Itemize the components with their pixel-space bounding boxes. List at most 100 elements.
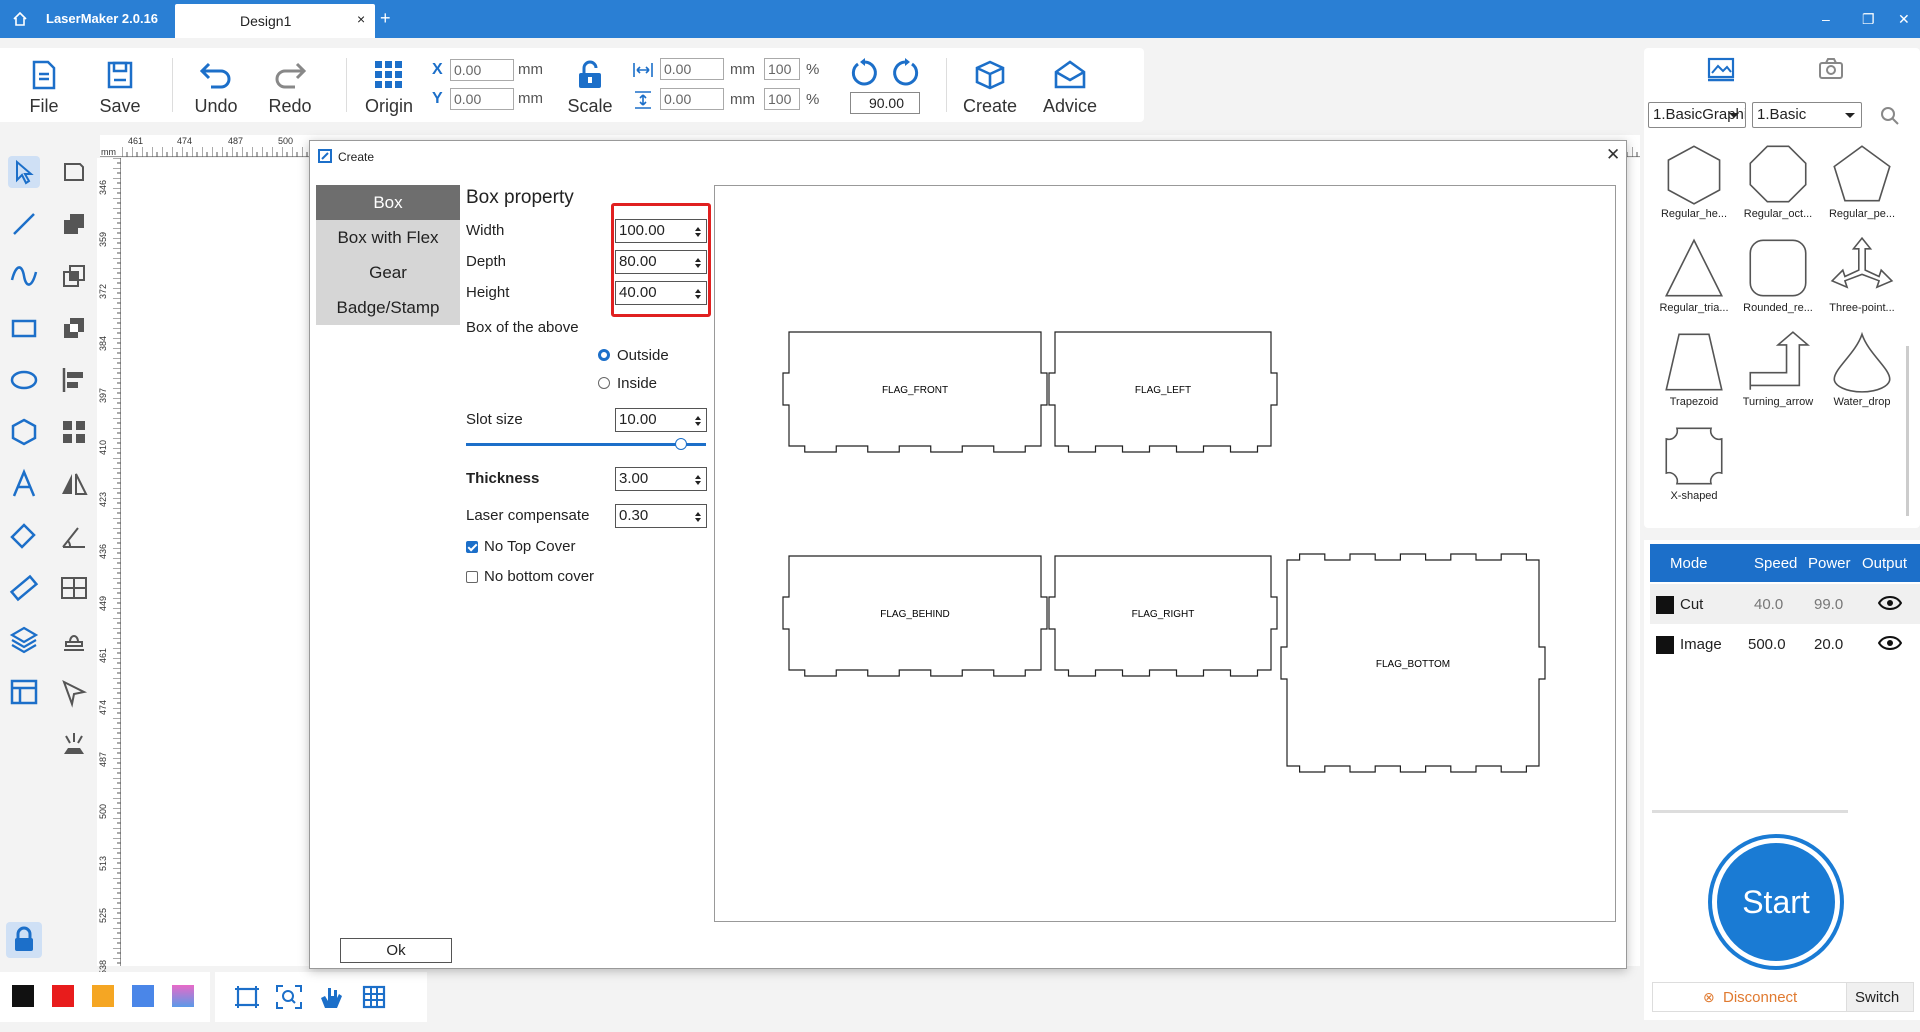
layer-speed[interactable]: 40.0 <box>1754 596 1783 613</box>
palette-color-swatch[interactable] <box>132 985 154 1007</box>
polygon-tool-icon[interactable] <box>8 416 40 448</box>
dialog-close-button[interactable]: ✕ <box>1606 145 1620 165</box>
array-icon[interactable] <box>58 572 90 604</box>
shape-regular-triangle[interactable]: Regular_tria... <box>1652 236 1736 330</box>
menu-gear[interactable]: Gear <box>316 255 460 290</box>
layer-row-image[interactable]: Image 500.0 20.0 <box>1650 624 1920 664</box>
disconnect-button[interactable]: ⊗ Disconnect <box>1653 983 1847 1011</box>
pan-hand-icon[interactable] <box>317 984 345 1010</box>
fit-page-icon[interactable] <box>233 984 261 1010</box>
stamp-icon[interactable] <box>58 624 90 656</box>
shape-trapezoid[interactable]: Trapezoid <box>1652 330 1736 424</box>
text-tool-icon[interactable] <box>8 468 40 500</box>
ruler-tool-icon[interactable] <box>8 572 40 604</box>
select-arrow-icon[interactable] <box>8 156 40 188</box>
category-select[interactable]: 1.BasicGraphic <box>1648 102 1746 128</box>
layer-speed[interactable]: 500.0 <box>1748 636 1786 653</box>
slot-size-slider[interactable] <box>466 443 706 446</box>
line-tool-icon[interactable] <box>8 208 40 240</box>
undo-button[interactable]: Undo <box>186 48 246 122</box>
width-percent-input[interactable]: 100 <box>764 58 800 80</box>
rectangle-tool-icon[interactable] <box>8 312 40 344</box>
tab-design1[interactable]: Design1 × <box>175 4 375 38</box>
palette-color-swatch[interactable] <box>172 985 194 1007</box>
ok-button[interactable]: Ok <box>340 938 452 963</box>
shape-x-shaped[interactable]: X-shaped <box>1652 424 1736 518</box>
no-top-cover-checkbox[interactable] <box>466 541 478 553</box>
inside-radio[interactable] <box>598 377 610 389</box>
pen-tool-icon[interactable] <box>58 676 90 708</box>
thickness-input[interactable]: 3.00 <box>615 467 707 491</box>
layer-power[interactable]: 99.0 <box>1814 596 1843 613</box>
slot-size-input[interactable]: 10.00 <box>615 408 707 432</box>
no-bottom-cover-checkbox[interactable] <box>466 571 478 583</box>
shape-scrollbar[interactable] <box>1906 346 1909 516</box>
save-button[interactable]: Save <box>90 48 150 122</box>
grid-toggle-icon[interactable] <box>361 984 387 1010</box>
palette-color-swatch[interactable] <box>52 985 74 1007</box>
origin-button[interactable]: Origin <box>358 48 420 122</box>
redo-button[interactable]: Redo <box>260 48 320 122</box>
table-layout-icon[interactable] <box>8 676 40 708</box>
rotation-input[interactable]: 90.00 <box>850 92 920 114</box>
shape-three-pointed-arrow[interactable]: Three-point... <box>1820 236 1904 330</box>
zoom-selection-icon[interactable] <box>275 984 303 1010</box>
add-tab-button[interactable]: + <box>380 8 391 29</box>
boolean-subtract-icon[interactable] <box>58 312 90 344</box>
group-grid-icon[interactable] <box>58 416 90 448</box>
advice-button[interactable]: Advice <box>1038 48 1102 122</box>
eye-visible-icon[interactable] <box>1878 595 1902 611</box>
search-icon[interactable] <box>1880 106 1900 126</box>
layers-icon[interactable] <box>8 624 40 656</box>
width-input[interactable]: 0.00 <box>660 58 724 80</box>
boolean-union-icon[interactable] <box>58 208 90 240</box>
create-button[interactable]: Create <box>958 48 1022 122</box>
y-position-input[interactable]: 0.00 <box>450 88 514 110</box>
align-left-icon[interactable] <box>58 364 90 396</box>
shape-turning-arrow[interactable]: Turning_arrow <box>1736 330 1820 424</box>
start-button[interactable]: Start <box>1712 838 1840 966</box>
close-window-button[interactable]: ✕ <box>1898 11 1910 28</box>
shape-water-drop[interactable]: Water_drop <box>1820 330 1904 424</box>
x-position-input[interactable]: 0.00 <box>450 59 514 81</box>
height-percent-input[interactable]: 100 <box>764 88 800 110</box>
eye-visible-icon[interactable] <box>1878 635 1902 651</box>
shape-regular-hexagon[interactable]: Regular_he... <box>1652 142 1736 236</box>
scale-lock-button[interactable]: Scale <box>560 48 620 122</box>
laser-compensate-input[interactable]: 0.30 <box>615 504 707 528</box>
outside-radio[interactable] <box>598 349 610 361</box>
layer-row-cut[interactable]: Cut 40.0 99.0 <box>1650 584 1920 624</box>
shape-regular-pentagon[interactable]: Regular_pe... <box>1820 142 1904 236</box>
minimize-button[interactable]: – <box>1822 11 1830 27</box>
curve-tool-icon[interactable] <box>8 260 40 292</box>
ellipse-tool-icon[interactable] <box>8 364 40 396</box>
tab-close-icon[interactable]: × <box>357 11 365 27</box>
palette-color-swatch[interactable] <box>92 985 114 1007</box>
layer-color-swatch[interactable] <box>1656 636 1674 654</box>
node-edit-icon[interactable] <box>58 156 90 188</box>
file-button[interactable]: File <box>14 48 74 122</box>
rotate-cw-icon[interactable] <box>890 58 920 88</box>
switch-button[interactable]: Switch <box>1855 989 1899 1006</box>
menu-box-with-flex[interactable]: Box with Flex <box>316 220 460 255</box>
palette-color-swatch[interactable] <box>12 985 34 1007</box>
slot-slider-handle[interactable] <box>675 438 687 450</box>
lock-button[interactable] <box>6 922 42 958</box>
measure-angle-icon[interactable] <box>58 520 90 552</box>
menu-badge-stamp[interactable]: Badge/Stamp <box>316 290 460 325</box>
layer-color-swatch[interactable] <box>1656 596 1674 614</box>
shape-regular-octagon[interactable]: Regular_oct... <box>1736 142 1820 236</box>
menu-box[interactable]: Box <box>316 185 460 220</box>
subcategory-select[interactable]: 1.Basic <box>1752 102 1862 128</box>
height-input[interactable]: 0.00 <box>660 88 724 110</box>
shape-rounded-rectangle[interactable]: Rounded_re... <box>1736 236 1820 330</box>
layer-power[interactable]: 20.0 <box>1814 636 1843 653</box>
eraser-tool-icon[interactable] <box>8 520 40 552</box>
mirror-icon[interactable] <box>58 468 90 500</box>
scan-light-icon[interactable] <box>58 728 90 760</box>
boolean-intersect-icon[interactable] <box>58 260 90 292</box>
rotate-ccw-icon[interactable] <box>850 58 880 88</box>
camera-icon[interactable] <box>1816 56 1846 82</box>
home-icon[interactable] <box>12 11 28 27</box>
image-library-icon[interactable] <box>1706 56 1736 82</box>
